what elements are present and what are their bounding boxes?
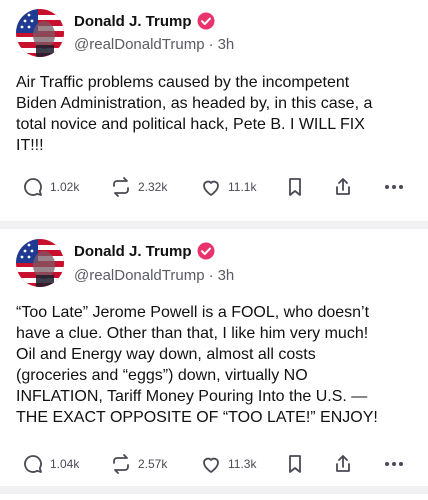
verified-badge-icon — [197, 242, 215, 260]
repost-count: 2.32k — [138, 180, 168, 194]
post[interactable]: Donald J. Trump @realDonaldTrump · 3h “T… — [0, 223, 428, 494]
post-text: Air Traffic problems caused by the incom… — [16, 74, 373, 154]
bookmark-button[interactable] — [284, 176, 306, 198]
verified-badge-icon — [197, 12, 215, 30]
share-icon — [332, 176, 354, 198]
reply-icon — [22, 453, 44, 475]
reply-count: 1.04k — [50, 457, 80, 471]
like-count: 11.1k — [228, 180, 257, 194]
like-button[interactable]: 11.1k — [200, 176, 256, 198]
post[interactable]: Donald J. Trump @realDonaldTrump · 3h Ai… — [0, 0, 428, 229]
post-time[interactable]: 3h — [218, 36, 235, 53]
like-count: 11.3k — [228, 457, 257, 471]
author-name[interactable]: Donald J. Trump — [74, 13, 192, 30]
author-handle[interactable]: @realDonaldTrump — [74, 267, 205, 284]
repost-button[interactable]: 2.57k — [110, 453, 167, 475]
repost-button[interactable]: 2.32k — [110, 176, 167, 198]
repost-count: 2.57k — [138, 457, 168, 471]
bookmark-icon — [284, 453, 306, 475]
more-icon — [383, 176, 405, 198]
separator: · — [208, 36, 214, 53]
more-icon — [383, 453, 405, 475]
post-divider — [0, 486, 428, 494]
author-name[interactable]: Donald J. Trump — [74, 243, 192, 260]
reply-button[interactable]: 1.02k — [22, 176, 79, 198]
more-button[interactable] — [383, 453, 405, 475]
action-bar: 1.02k 2.32k 11.1k — [0, 176, 428, 200]
reply-icon — [22, 176, 44, 198]
bookmark-button[interactable] — [284, 453, 306, 475]
reply-count: 1.02k — [50, 180, 80, 194]
post-time[interactable]: 3h — [218, 267, 235, 284]
repost-icon — [110, 176, 132, 198]
action-bar: 1.04k 2.57k 11.3k — [0, 453, 428, 477]
share-icon — [332, 453, 354, 475]
avatar[interactable] — [16, 239, 64, 287]
more-button[interactable] — [383, 176, 405, 198]
separator: · — [208, 267, 214, 284]
post-text: “Too Late” Jerome Powell is a FOOL, who … — [16, 304, 378, 426]
heart-icon — [200, 453, 222, 475]
author-handle[interactable]: @realDonaldTrump — [74, 36, 205, 53]
share-button[interactable] — [332, 453, 354, 475]
share-button[interactable] — [332, 176, 354, 198]
reply-button[interactable]: 1.04k — [22, 453, 79, 475]
repost-icon — [110, 453, 132, 475]
bookmark-icon — [284, 176, 306, 198]
like-button[interactable]: 11.3k — [200, 453, 256, 475]
heart-icon — [200, 176, 222, 198]
avatar[interactable] — [16, 9, 64, 57]
